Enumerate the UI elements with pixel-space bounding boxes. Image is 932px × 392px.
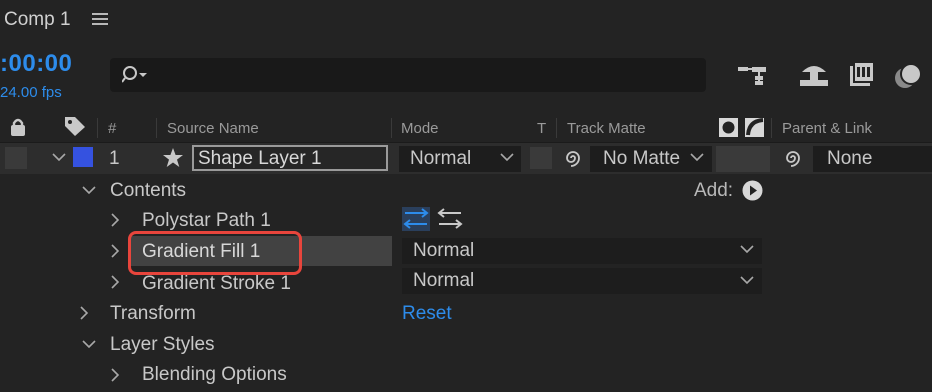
chevron-down-icon[interactable] bbox=[740, 276, 754, 285]
chevron-right-icon[interactable] bbox=[111, 275, 120, 289]
search-icon[interactable] bbox=[122, 65, 150, 85]
contents-group-label[interactable]: Contents bbox=[110, 180, 186, 202]
blending-options-label[interactable]: Blending Options bbox=[142, 364, 287, 386]
chevron-down-icon[interactable] bbox=[52, 153, 66, 162]
layer-styles-group-label[interactable]: Layer Styles bbox=[110, 334, 215, 356]
column-header-t[interactable]: T bbox=[537, 120, 546, 137]
column-header-track-matte[interactable]: Track Matte bbox=[567, 120, 646, 137]
star-icon bbox=[163, 148, 183, 167]
composition-flowchart-icon[interactable] bbox=[738, 64, 770, 86]
path-direction-icon[interactable] bbox=[402, 207, 430, 231]
chevron-down-icon[interactable] bbox=[500, 153, 514, 162]
add-label: Add: bbox=[694, 180, 734, 201]
gradient-fill-mode-value: Normal bbox=[413, 240, 475, 261]
column-header-number[interactable]: # bbox=[108, 120, 116, 137]
parent-value: None bbox=[827, 148, 873, 169]
chevron-right-icon[interactable] bbox=[111, 213, 120, 227]
column-header-mode[interactable]: Mode bbox=[401, 120, 439, 137]
chevron-right-icon[interactable] bbox=[111, 368, 120, 382]
label-color-swatch[interactable] bbox=[73, 147, 93, 167]
label-tag-icon[interactable] bbox=[64, 116, 86, 136]
lock-icon[interactable] bbox=[10, 118, 26, 136]
column-header-source-name[interactable]: Source Name bbox=[167, 120, 259, 137]
current-time-display[interactable]: :00:00 bbox=[0, 50, 72, 78]
frame-blending-icon[interactable] bbox=[848, 62, 876, 88]
chevron-right-icon[interactable] bbox=[111, 244, 120, 258]
chevron-down-icon[interactable] bbox=[82, 186, 96, 195]
column-separator[interactable] bbox=[97, 118, 98, 138]
layer-mode-value: Normal bbox=[410, 148, 472, 169]
layer-number: 1 bbox=[109, 148, 120, 169]
highlight-annotation-box bbox=[128, 231, 302, 275]
column-separator[interactable] bbox=[156, 118, 157, 138]
alpha-matte-icon[interactable] bbox=[719, 118, 739, 137]
composition-tab-bar bbox=[0, 0, 932, 40]
solo-draft-3d-icon[interactable] bbox=[798, 62, 830, 88]
hamburger-menu-icon[interactable] bbox=[92, 12, 108, 26]
chevron-right-icon[interactable] bbox=[80, 306, 89, 320]
lock-switch[interactable] bbox=[5, 147, 27, 169]
parent-pick-whip-icon[interactable] bbox=[782, 147, 804, 169]
label-color-fill bbox=[73, 147, 93, 167]
transform-group-label[interactable]: Transform bbox=[110, 303, 196, 325]
column-separator[interactable] bbox=[771, 118, 772, 138]
add-menu-play-icon[interactable] bbox=[742, 180, 763, 201]
reverse-path-direction-icon[interactable] bbox=[436, 207, 464, 231]
column-separator[interactable] bbox=[556, 118, 557, 138]
gradient-stroke-label[interactable]: Gradient Stroke 1 bbox=[142, 273, 291, 295]
composition-tab-title[interactable]: Comp 1 bbox=[4, 9, 71, 31]
matte-switch-cell[interactable] bbox=[716, 146, 770, 172]
transform-reset-link[interactable]: Reset bbox=[402, 303, 452, 325]
pick-whip-spiral-icon[interactable] bbox=[562, 147, 584, 169]
chevron-down-icon[interactable] bbox=[690, 153, 704, 162]
track-matte-value: No Matte bbox=[603, 148, 681, 169]
chevron-down-icon[interactable] bbox=[82, 340, 96, 349]
column-separator[interactable] bbox=[391, 118, 392, 138]
layer-search-input[interactable] bbox=[110, 58, 706, 92]
polystar-path-label[interactable]: Polystar Path 1 bbox=[142, 210, 271, 232]
chevron-down-icon[interactable] bbox=[740, 245, 754, 254]
gradient-stroke-mode-value: Normal bbox=[413, 270, 475, 291]
column-header-parent-link[interactable]: Parent & Link bbox=[782, 120, 872, 137]
motion-blur-icon[interactable] bbox=[893, 62, 923, 90]
layer-name[interactable]: Shape Layer 1 bbox=[198, 148, 322, 170]
frame-rate-display: 24.00 fps bbox=[0, 84, 62, 101]
matte-inverted-icon[interactable] bbox=[745, 117, 767, 138]
preserve-transparency-switch[interactable] bbox=[530, 147, 552, 169]
